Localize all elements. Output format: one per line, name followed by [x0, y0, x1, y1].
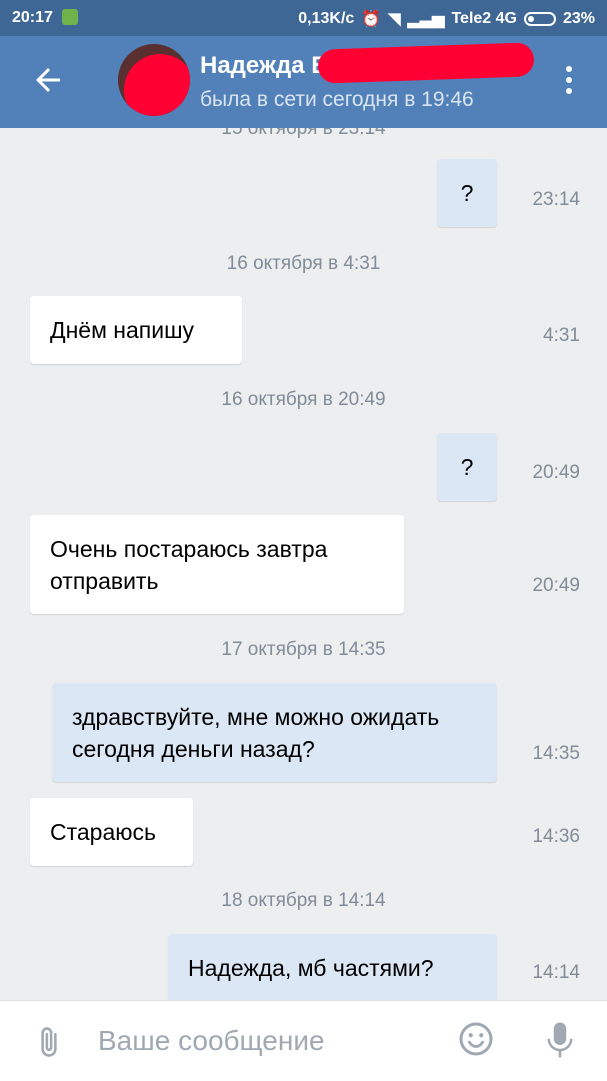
message-time: 23:14	[532, 189, 580, 210]
date-separator: 18 октября в 14:14	[221, 890, 386, 911]
back-arrow-icon[interactable]	[30, 62, 66, 98]
network-speed: 0,13K/c	[298, 10, 355, 27]
more-options-icon[interactable]	[560, 66, 578, 100]
composer-bar	[0, 1000, 607, 1081]
microphone-icon[interactable]	[545, 1019, 575, 1061]
message-time: 4:31	[543, 325, 580, 346]
signal-icon: ▂▃▅	[407, 11, 445, 28]
message-bubble-incoming[interactable]: Стараюсь	[30, 798, 193, 866]
message-bubble-outgoing[interactable]: ?	[437, 159, 497, 227]
message-text: здравствуйте, мне можно ожидать сегодня …	[72, 704, 440, 762]
message-text: Стараюсь	[50, 819, 156, 845]
status-bar: 20:17 0,13K/c ⏰ ◥ ▂▃▅ Tele2 4G 23%	[0, 0, 607, 36]
contact-name: Надежда Е	[200, 52, 328, 79]
message-bubble-outgoing[interactable]: ?	[437, 433, 497, 501]
alarm-icon: ⏰	[361, 11, 382, 28]
message-bubble-incoming[interactable]: Очень постараюсь завтра отправить	[30, 515, 404, 614]
message-time: 14:35	[532, 743, 580, 764]
message-time: 14:14	[532, 962, 580, 983]
message-text: ?	[460, 180, 474, 206]
date-separator: 17 октября в 14:35	[221, 639, 386, 660]
last-seen-status: была в сети сегодня в 19:46	[200, 88, 474, 111]
chat-header: Надежда Е была в сети сегодня в 19:46	[0, 36, 607, 128]
message-bubble-outgoing[interactable]: Надежда, мб частями?	[168, 934, 497, 1000]
message-bubble-outgoing[interactable]: здравствуйте, мне можно ожидать сегодня …	[52, 683, 497, 782]
status-time: 20:17	[12, 9, 53, 26]
message-text: Очень постараюсь завтра отправить	[50, 536, 328, 594]
date-separator: 16 октября в 20:49	[221, 389, 386, 410]
date-separator: 16 октября в 4:31	[226, 253, 381, 274]
wifi-icon: ◥	[388, 11, 401, 28]
paperclip-icon[interactable]	[32, 1023, 66, 1061]
shield-icon	[62, 9, 78, 25]
emoji-icon[interactable]	[458, 1021, 494, 1057]
avatar[interactable]	[118, 44, 190, 116]
carrier-label: Tele2 4G	[451, 10, 517, 27]
message-text: ?	[460, 454, 474, 480]
message-text: Днём напишу	[50, 317, 195, 343]
date-separator: 15 октября в 23:14	[221, 128, 386, 139]
message-input[interactable]	[96, 1019, 430, 1063]
battery-level: 23%	[562, 10, 595, 27]
message-text: Надежда, мб частями?	[188, 955, 434, 981]
message-time: 20:49	[532, 462, 580, 483]
message-time: 14:36	[532, 826, 580, 847]
message-bubble-incoming[interactable]: Днём напишу	[30, 296, 242, 364]
battery-icon	[523, 12, 556, 26]
redaction-mark	[317, 42, 535, 84]
message-time: 20:49	[532, 575, 580, 596]
message-list[interactable]: 15 октября в 23:14 ? 23:14 16 октября в …	[0, 128, 607, 1000]
